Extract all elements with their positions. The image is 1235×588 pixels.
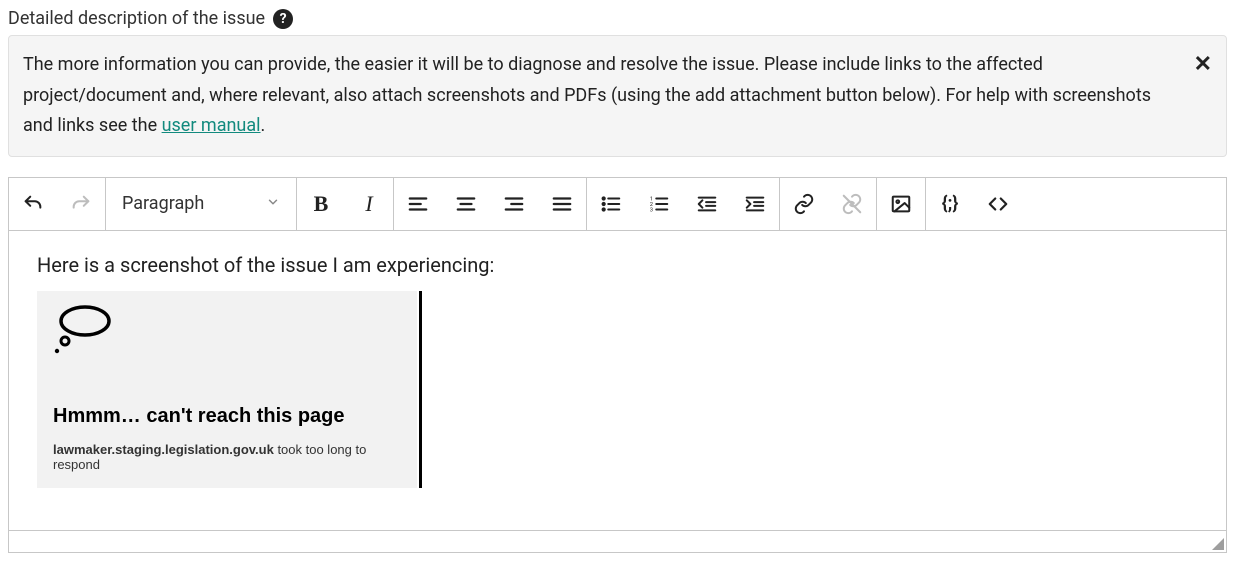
rich-text-editor: Paragraph B I	[8, 177, 1227, 553]
editor-toolbar: Paragraph B I	[8, 177, 1227, 231]
block-format-value: Paragraph	[122, 193, 204, 214]
insert-image-group	[877, 178, 926, 230]
error-heading: Hmmm… can't reach this page	[53, 405, 401, 428]
bullet-list-button[interactable]	[587, 178, 635, 230]
editor-status-bar	[8, 531, 1227, 553]
chevron-down-icon	[266, 193, 280, 214]
user-manual-link[interactable]: user manual	[162, 115, 261, 136]
unlink-button[interactable]	[828, 178, 876, 230]
help-icon[interactable]: ?	[273, 9, 293, 29]
alignment-group	[394, 178, 587, 230]
numbered-list-button[interactable]: 123	[635, 178, 683, 230]
info-panel: ✕ The more information you can provide, …	[8, 35, 1227, 157]
thought-bubble-icon	[53, 303, 401, 365]
insert-image-button[interactable]	[877, 178, 925, 230]
content-paragraph: Here is a screenshot of the issue I am e…	[37, 253, 1198, 277]
undo-button[interactable]	[9, 178, 57, 230]
resize-handle[interactable]	[1210, 536, 1224, 550]
redo-button[interactable]	[57, 178, 105, 230]
history-group	[9, 178, 106, 230]
embedded-image[interactable]: Hmmm… can't reach this page lawmaker.sta…	[37, 291, 422, 488]
source-code-button[interactable]	[974, 178, 1022, 230]
indent-button[interactable]	[731, 178, 779, 230]
block-format-select[interactable]: Paragraph	[106, 178, 296, 230]
editor-content-area[interactable]: Here is a screenshot of the issue I am e…	[8, 231, 1227, 531]
info-text-2: .	[261, 115, 266, 136]
code-block-button[interactable]: {;}	[926, 178, 974, 230]
align-center-button[interactable]	[442, 178, 490, 230]
align-right-button[interactable]	[490, 178, 538, 230]
bold-button[interactable]: B	[297, 178, 345, 230]
error-subtext: lawmaker.staging.legislation.gov.uk took…	[53, 442, 401, 472]
field-label-text: Detailed description of the issue	[8, 8, 265, 29]
list-group: 123	[587, 178, 780, 230]
align-justify-button[interactable]	[538, 178, 586, 230]
outdent-button[interactable]	[683, 178, 731, 230]
field-label-row: Detailed description of the issue ?	[8, 8, 1227, 29]
embedded-image-content: Hmmm… can't reach this page lawmaker.sta…	[37, 291, 417, 488]
code-group: {;}	[926, 178, 1022, 230]
close-icon[interactable]: ✕	[1194, 46, 1212, 83]
text-style-group: B I	[297, 178, 394, 230]
svg-text:3: 3	[650, 207, 653, 213]
italic-button[interactable]: I	[345, 178, 393, 230]
link-group	[780, 178, 877, 230]
block-format-group: Paragraph	[106, 178, 297, 230]
align-left-button[interactable]	[394, 178, 442, 230]
error-host: lawmaker.staging.legislation.gov.uk	[53, 442, 274, 457]
link-button[interactable]	[780, 178, 828, 230]
